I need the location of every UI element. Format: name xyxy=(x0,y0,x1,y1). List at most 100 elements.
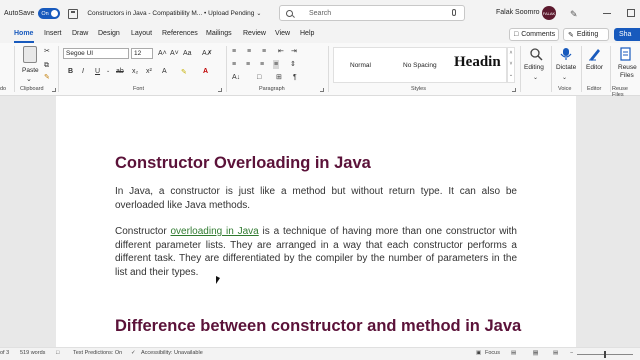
styles-scroll-arrows[interactable]: ˄ ˅ ⌄ xyxy=(507,47,515,83)
tab-review[interactable]: Review xyxy=(243,30,266,37)
document-canvas: Constructor Overloading in Java In Java,… xyxy=(0,96,640,347)
tab-mailings[interactable]: Mailings xyxy=(206,30,232,37)
multilevel-list-icon[interactable]: ≡ xyxy=(262,48,266,55)
heading-constructor-vs-method[interactable]: Difference between constructor and metho… xyxy=(115,317,521,336)
paste-button[interactable]: Paste xyxy=(22,67,39,74)
paragraph-intro[interactable]: In Java, a constructor is just like a me… xyxy=(115,185,517,212)
read-mode-icon[interactable]: ▤ xyxy=(511,350,516,356)
font-size-select[interactable]: 12 xyxy=(131,48,153,59)
chevron-down-icon[interactable]: ⌄ xyxy=(256,10,261,17)
decrease-indent-icon[interactable]: ⇤ xyxy=(278,48,284,55)
web-layout-icon[interactable]: ▤ xyxy=(553,350,558,356)
clipboard-icon[interactable] xyxy=(23,46,37,63)
tab-layout[interactable]: Layout xyxy=(131,30,152,37)
word-count[interactable]: 519 words xyxy=(20,350,45,356)
tab-design[interactable]: Design xyxy=(98,30,120,37)
format-painter-icon[interactable]: ✎ xyxy=(44,74,50,81)
copy-icon[interactable]: ⧉ xyxy=(44,62,49,69)
show-formatting-marks-icon[interactable]: ¶ xyxy=(293,74,297,81)
group-label-voice: Voice xyxy=(558,86,572,92)
share-button[interactable]: Sha xyxy=(614,28,640,41)
maximize-icon[interactable] xyxy=(627,9,635,17)
microphone-icon[interactable] xyxy=(452,9,456,16)
zoom-out-icon[interactable]: − xyxy=(570,350,573,356)
clipboard-launcher-icon[interactable] xyxy=(52,88,56,92)
align-left-icon[interactable]: ≡ xyxy=(232,61,236,68)
tab-home[interactable]: Home xyxy=(14,30,33,37)
chevron-down-icon[interactable]: ⌄ xyxy=(26,76,32,83)
change-case-icon[interactable]: Aa xyxy=(183,50,192,57)
document-title[interactable]: Constructors in Java - Compatibility M..… xyxy=(87,10,254,17)
line-spacing-icon[interactable]: ⇕ xyxy=(290,61,296,68)
tab-insert[interactable]: Insert xyxy=(44,30,62,37)
shading-icon[interactable]: □ xyxy=(257,74,261,81)
paragraph-launcher-icon[interactable] xyxy=(320,88,324,92)
minimize-icon[interactable] xyxy=(603,13,611,14)
highlight-icon[interactable]: ✎ xyxy=(181,68,187,76)
pen-icon[interactable]: ✎ xyxy=(570,9,578,20)
styles-gallery[interactable]: Normal No Spacing Headin xyxy=(333,47,507,83)
clear-formatting-icon[interactable]: A✗ xyxy=(202,50,213,57)
justify-icon[interactable]: ≡ xyxy=(273,60,280,69)
styles-launcher-icon[interactable] xyxy=(512,88,516,92)
editing-label: Editing xyxy=(576,31,599,38)
chevron-down-icon[interactable]: ⌄ xyxy=(562,75,567,81)
align-center-icon[interactable]: ≡ xyxy=(246,61,250,68)
style-heading-1[interactable]: Headin xyxy=(454,54,501,71)
borders-icon[interactable]: ⊞ xyxy=(276,74,282,81)
font-color-icon[interactable]: A xyxy=(203,68,208,75)
font-launcher-icon[interactable] xyxy=(218,88,222,92)
underline-icon[interactable]: U xyxy=(95,68,100,75)
reuse-files-icon[interactable] xyxy=(619,47,633,61)
paragraph-overloading[interactable]: Constructor overloading in Java is a tec… xyxy=(115,225,517,279)
reuse-files-button[interactable]: Reuse xyxy=(618,64,637,71)
grow-font-icon[interactable]: A˄ xyxy=(158,50,167,57)
chevron-down-icon[interactable]: ⌄ xyxy=(106,68,110,74)
print-layout-icon[interactable]: ▤ xyxy=(533,350,539,356)
shrink-font-icon[interactable]: A˅ xyxy=(170,50,179,57)
hyperlink-overloading-in-java[interactable]: overloading in Java xyxy=(171,226,259,237)
tab-references[interactable]: References xyxy=(162,30,198,37)
zoom-slider-thumb[interactable] xyxy=(604,351,606,358)
save-icon[interactable] xyxy=(68,8,79,19)
reuse-files-button-line2[interactable]: Files xyxy=(620,72,634,79)
superscript-icon[interactable]: x² xyxy=(146,68,152,75)
microphone-icon[interactable] xyxy=(559,47,573,61)
editing-mode-button[interactable]: ✎ Editing xyxy=(563,28,609,41)
editor-icon[interactable] xyxy=(588,47,602,61)
title-bar: AutoSave On Constructors in Java - Compa… xyxy=(0,0,640,27)
align-right-icon[interactable]: ≡ xyxy=(260,61,264,68)
sort-icon[interactable]: A↓ xyxy=(232,74,240,81)
editing-button[interactable]: Editing xyxy=(524,64,544,71)
focus-button[interactable]: Focus xyxy=(485,350,500,356)
chevron-down-icon[interactable]: ⌄ xyxy=(533,75,538,81)
text-effects-icon[interactable]: A xyxy=(162,68,167,75)
style-normal[interactable]: Normal xyxy=(350,62,371,69)
numbering-icon[interactable]: ≡ xyxy=(247,48,251,55)
tab-help[interactable]: Help xyxy=(300,30,314,37)
subscript-icon[interactable]: x₂ xyxy=(132,68,138,75)
italic-icon[interactable]: I xyxy=(82,68,84,75)
avatar[interactable]: FALAK xyxy=(542,6,556,20)
text-predictions-status[interactable]: Text Predictions: On xyxy=(73,350,122,356)
bullets-icon[interactable]: ≡ xyxy=(232,48,236,55)
tab-draw[interactable]: Draw xyxy=(72,30,88,37)
comments-button[interactable]: □ Comments xyxy=(509,28,559,41)
accessibility-status[interactable]: Accessibility: Unavailable xyxy=(141,350,203,356)
document-page[interactable]: Constructor Overloading in Java In Java,… xyxy=(56,96,576,347)
tab-view[interactable]: View xyxy=(275,30,290,37)
page-count[interactable]: of 3 xyxy=(0,350,9,356)
style-no-spacing[interactable]: No Spacing xyxy=(403,62,437,69)
cut-icon[interactable]: ✂ xyxy=(44,48,50,55)
font-name-select[interactable]: Segoe UI xyxy=(63,48,129,59)
search-box[interactable]: Search xyxy=(279,5,465,21)
bold-icon[interactable]: B xyxy=(68,68,73,75)
heading-constructor-overloading[interactable]: Constructor Overloading in Java xyxy=(115,154,371,173)
editor-button[interactable]: Editor xyxy=(586,64,603,71)
user-name[interactable]: Falak Soomro xyxy=(496,9,540,16)
dictate-button[interactable]: Dictate xyxy=(556,64,576,71)
strikethrough-icon[interactable]: ab xyxy=(116,68,124,75)
increase-indent-icon[interactable]: ⇥ xyxy=(291,48,297,55)
find-icon[interactable] xyxy=(529,47,543,61)
autosave-toggle[interactable]: On xyxy=(38,8,61,19)
